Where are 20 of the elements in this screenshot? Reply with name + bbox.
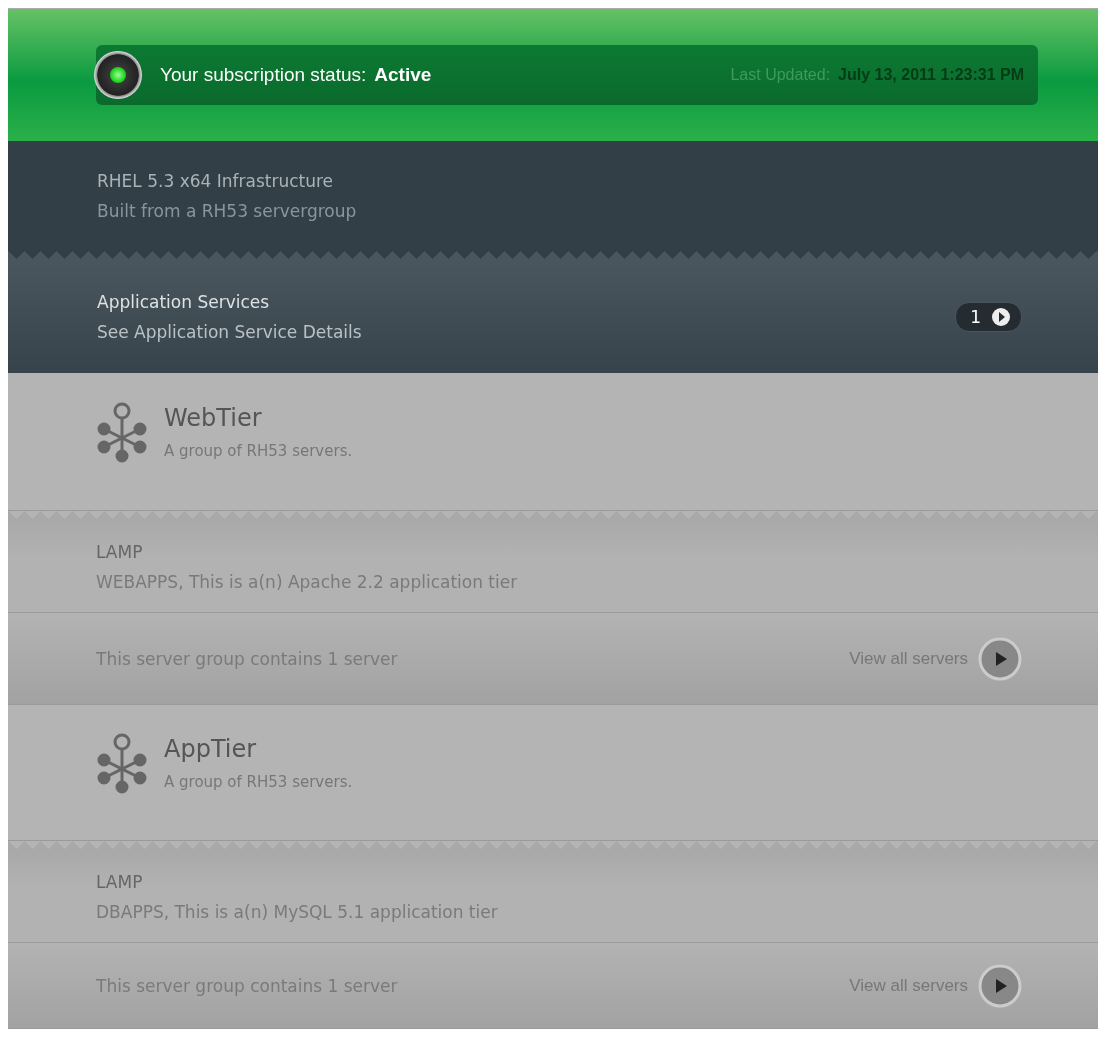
- infrastructure-title: RHEL 5.3 x64 Infrastructure: [97, 171, 335, 191]
- network-icon: [96, 400, 148, 463]
- stack-name: LAMP: [96, 871, 144, 892]
- infrastructure-subtitle: Built from a RH53 servergroup: [97, 201, 358, 221]
- stack-description: WEBAPPS, This is a(n) Apache 2.2 application tier: [96, 571, 519, 592]
- stack-description: DBAPPS, This is a(n) MySQL 5.1 application tier: [96, 901, 499, 922]
- updated-value: July 13, 2011 1:23:31 PM: [838, 66, 1024, 84]
- play-icon: [991, 307, 1011, 327]
- play-icon: [978, 636, 1022, 681]
- subscription-status: Your subscription status: Active: [160, 64, 432, 86]
- tier-name: WebTier: [164, 403, 263, 432]
- services-title: Application Services: [97, 292, 271, 312]
- tier-description: A group of RH53 servers.: [164, 772, 354, 791]
- tier-description: A group of RH53 servers.: [164, 441, 354, 460]
- play-icon: [978, 963, 1022, 1008]
- network-icon: [96, 731, 148, 794]
- stack-name: LAMP: [96, 541, 144, 562]
- services-subtitle: See Application Service Details: [97, 322, 363, 342]
- services-count-button[interactable]: 1: [955, 302, 1022, 332]
- tier-name: AppTier: [164, 734, 258, 763]
